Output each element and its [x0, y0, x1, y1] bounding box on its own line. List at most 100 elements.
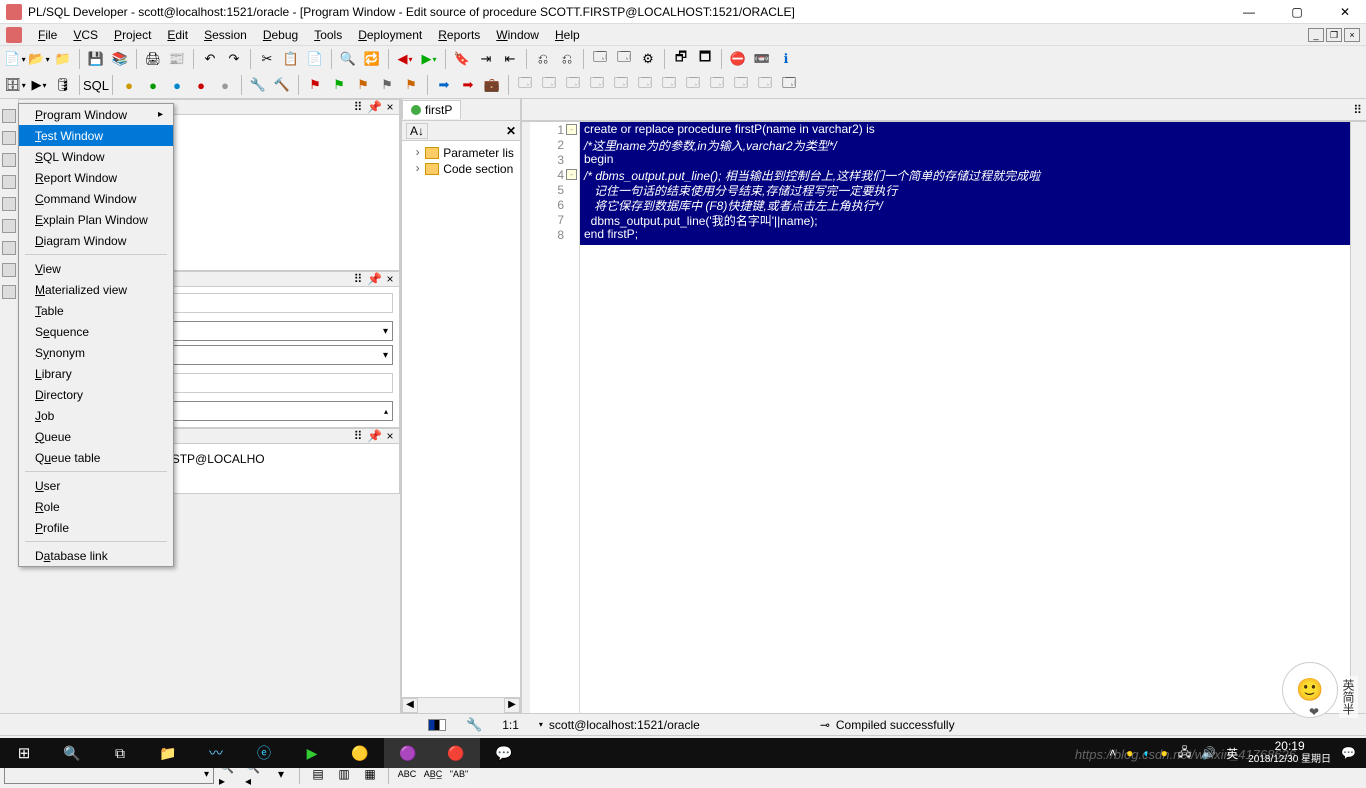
cmd3-button[interactable]: ● — [166, 74, 188, 96]
flag1-button[interactable]: ⚑ — [304, 74, 326, 96]
menuitem-explain-plan-window[interactable]: Explain Plan Window — [19, 209, 173, 230]
win2-button[interactable]: 🗔 — [538, 74, 560, 96]
cmd1-button[interactable]: ● — [118, 74, 140, 96]
arrow-blue-button[interactable]: ➡ — [433, 74, 455, 96]
panel1-close-icon[interactable]: × — [383, 100, 397, 114]
briefcase-button[interactable]: 💼 — [481, 74, 503, 96]
menuitem-synonym[interactable]: Synonym — [19, 342, 173, 363]
open-button[interactable]: 📂▾ — [28, 48, 50, 70]
run-button[interactable]: ▶▾ — [28, 74, 50, 96]
menuitem-command-window[interactable]: Command Window — [19, 188, 173, 209]
undo-button[interactable]: ↶ — [199, 48, 221, 70]
menu-vcs[interactable]: VCS — [65, 26, 106, 44]
sql-win-button[interactable]: 🗔 — [589, 48, 611, 70]
menu-file[interactable]: File — [30, 26, 65, 44]
open2-button[interactable]: 📁 — [52, 48, 74, 70]
panel1-opts-icon[interactable]: ⠿ — [351, 100, 365, 114]
panel2-pin-icon[interactable]: 📌 — [367, 272, 381, 286]
flag3-button[interactable]: ⚑ — [352, 74, 374, 96]
app1-icon[interactable]: 〰 — [192, 738, 240, 768]
menu-session[interactable]: Session — [196, 26, 255, 44]
menuitem-user[interactable]: User — [19, 475, 173, 496]
menu-window[interactable]: Window — [488, 26, 547, 44]
edge-icon[interactable]: ⓔ — [240, 738, 288, 768]
mdi-restore[interactable]: ❐ — [1326, 28, 1342, 42]
win6-button[interactable]: 🗔 — [634, 74, 656, 96]
new-button[interactable]: 📄▾ — [4, 48, 26, 70]
menuitem-diagram-window[interactable]: Diagram Window — [19, 230, 173, 251]
stop-button[interactable]: ⛔ — [727, 48, 749, 70]
tool1-button[interactable]: 🔧 — [247, 74, 269, 96]
editor-menu-icon[interactable]: ⠿ — [1353, 103, 1362, 117]
menuitem-directory[interactable]: Directory — [19, 384, 173, 405]
structure-tab[interactable]: firstP — [402, 100, 461, 119]
plsql-taskbar-icon[interactable]: 🔴 — [432, 738, 480, 768]
menuitem-materialized-view[interactable]: Materialized view — [19, 279, 173, 300]
arrow-red-button[interactable]: ➡ — [457, 74, 479, 96]
panel1-pin-icon[interactable]: 📌 — [367, 100, 381, 114]
app2-icon[interactable]: 🟣 — [384, 738, 432, 768]
comment-button[interactable]: ⎌ — [532, 48, 554, 70]
dock-btn-5[interactable] — [2, 197, 16, 211]
structure-scrollbar[interactable]: ◀▶ — [402, 697, 520, 713]
menu-reports[interactable]: Reports — [430, 26, 488, 44]
bookmark-button[interactable]: 🔖 — [451, 48, 473, 70]
db-button[interactable]: 🛢 — [52, 74, 74, 96]
print-preview-button[interactable]: 📰 — [166, 48, 188, 70]
flag2-button[interactable]: ⚑ — [328, 74, 350, 96]
chrome-icon[interactable]: 🟡 — [336, 738, 384, 768]
menuitem-queue[interactable]: Queue — [19, 426, 173, 447]
cascade-button[interactable]: 🗗 — [670, 48, 692, 70]
uncomment-button[interactable]: ⎌ — [556, 48, 578, 70]
cmd2-button[interactable]: ● — [142, 74, 164, 96]
flag5-button[interactable]: ⚑ — [400, 74, 422, 96]
play-icon[interactable]: ▶ — [288, 738, 336, 768]
menuitem-program-window[interactable]: Program Window▸ — [19, 104, 173, 125]
panel3-close-icon[interactable]: × — [383, 429, 397, 443]
float-avatar[interactable]: 🙂❤ — [1282, 662, 1338, 718]
saveall-button[interactable]: 📚 — [109, 48, 131, 70]
menuitem-report-window[interactable]: Report Window — [19, 167, 173, 188]
wechat-icon[interactable]: 💬 — [480, 738, 528, 768]
code-editor[interactable]: create or replace procedure firstP(name … — [580, 122, 1350, 713]
print-button[interactable]: 🖨 — [142, 48, 164, 70]
menuitem-table[interactable]: Table — [19, 300, 173, 321]
start-button[interactable]: ⊞ — [0, 738, 48, 768]
win8-button[interactable]: 🗔 — [682, 74, 704, 96]
dock-btn-2[interactable] — [2, 131, 16, 145]
cmd4-button[interactable]: ● — [190, 74, 212, 96]
paste-button[interactable]: 📄 — [304, 48, 326, 70]
menuitem-test-window[interactable]: Test Window — [19, 125, 173, 146]
dock-btn-9[interactable] — [2, 285, 16, 299]
dock-btn-3[interactable] — [2, 153, 16, 167]
close-structure-icon[interactable]: ✕ — [506, 124, 516, 138]
cut-button[interactable]: ✂ — [256, 48, 278, 70]
menuitem-library[interactable]: Library — [19, 363, 173, 384]
panel2-close-icon[interactable]: × — [383, 272, 397, 286]
outdent-button[interactable]: ⇤ — [499, 48, 521, 70]
redo-button[interactable]: ↷ — [223, 48, 245, 70]
sort-button[interactable]: A↓ — [406, 123, 428, 139]
mdi-minimize[interactable]: _ — [1308, 28, 1324, 42]
menu-deployment[interactable]: Deployment — [350, 26, 430, 44]
win12-button[interactable]: 🗔 — [778, 74, 800, 96]
menu-project[interactable]: Project — [106, 26, 159, 44]
dock-btn-8[interactable] — [2, 263, 16, 277]
tree-node[interactable]: ›Parameter lis — [402, 145, 520, 161]
menu-edit[interactable]: Edit — [159, 26, 196, 44]
forward-button[interactable]: ▶▾ — [418, 48, 440, 70]
win3-button[interactable]: 🗔 — [562, 74, 584, 96]
win4-button[interactable]: 🗔 — [586, 74, 608, 96]
close-button[interactable]: ✕ — [1330, 5, 1360, 19]
menu-tools[interactable]: Tools — [306, 26, 350, 44]
flag4-button[interactable]: ⚑ — [376, 74, 398, 96]
tool2-button[interactable]: 🔨 — [271, 74, 293, 96]
menuitem-role[interactable]: Role — [19, 496, 173, 517]
editor-vscrollbar[interactable] — [1350, 122, 1366, 713]
menuitem-profile[interactable]: Profile — [19, 517, 173, 538]
explorer-icon[interactable]: 📁 — [144, 738, 192, 768]
sql-icon[interactable]: SQL — [85, 74, 107, 96]
cmd5-button[interactable]: ● — [214, 74, 236, 96]
menu-help[interactable]: Help — [547, 26, 588, 44]
menuitem-job[interactable]: Job — [19, 405, 173, 426]
